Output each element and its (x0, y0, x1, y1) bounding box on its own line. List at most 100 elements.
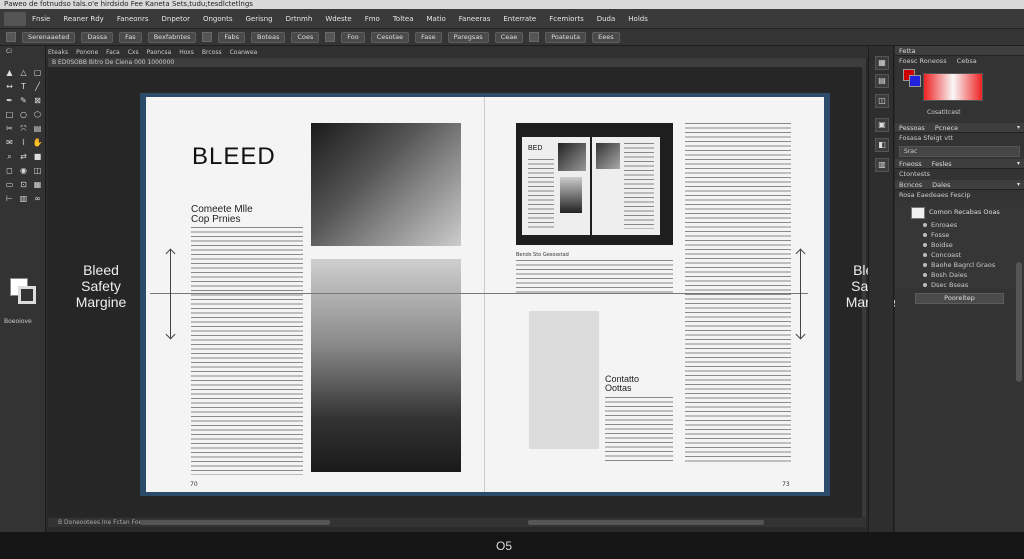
chevron-down-icon[interactable]: ▾ (1017, 159, 1020, 169)
grid-icon[interactable] (529, 32, 540, 42)
menu-item[interactable]: Holds (628, 15, 648, 23)
chevron-down-icon[interactable]: ▾ (1017, 123, 1020, 133)
slug-icon[interactable]: ▭ (4, 180, 15, 190)
stroke-icon[interactable]: ▣ (875, 118, 889, 132)
chevron-down-icon[interactable]: ▾ (1017, 180, 1020, 190)
select-icon[interactable]: ▲ (4, 68, 15, 78)
polygon-icon[interactable]: ⬡ (32, 110, 43, 120)
table-icon[interactable]: ▥ (18, 194, 29, 204)
option-button[interactable]: Fabs (218, 31, 245, 43)
inset-spread-image[interactable]: BED (516, 123, 673, 245)
option-button[interactable]: Foo (341, 31, 365, 43)
control-item[interactable]: Hoxs (179, 49, 194, 56)
pencil-icon[interactable]: ✎ (18, 96, 29, 106)
layer-item[interactable]: Dsec Bseas (922, 281, 968, 289)
option-button[interactable]: Boteas (250, 31, 286, 43)
option-button[interactable]: Coes (291, 31, 320, 43)
option-button[interactable]: Cesotae (370, 31, 410, 43)
scissors-icon[interactable]: ✂ (4, 124, 15, 134)
scroll-thumb[interactable] (528, 520, 764, 525)
menu-item[interactable]: Faneeras (459, 15, 491, 23)
menu-item[interactable]: Gerisng (246, 15, 273, 23)
menu-item[interactable]: Matio (426, 15, 445, 23)
placeholder-frame[interactable] (529, 311, 599, 449)
control-item[interactable]: Cxs (128, 49, 139, 56)
layer-item[interactable]: Fosse (922, 231, 949, 239)
page-spread[interactable]: BLEED Comeete Mlle Cop Prnies 70 BED Ben… (140, 93, 830, 496)
fill-icon[interactable]: ■ (32, 152, 43, 162)
control-item[interactable]: Paoncsa (147, 49, 172, 56)
align-icon[interactable] (202, 32, 213, 42)
bleed-icon[interactable]: ◫ (32, 166, 43, 176)
option-button[interactable]: Poateuta (545, 31, 587, 43)
panel-tab[interactable]: Foesc Roneoss (899, 57, 947, 65)
swatches-icon[interactable]: ▥ (875, 158, 889, 172)
menu-item[interactable]: Dnpetor (162, 15, 190, 23)
gap-icon[interactable]: ↔ (4, 82, 15, 92)
color-panel-header[interactable]: Fetta (895, 46, 1024, 56)
color-ramp[interactable] (923, 73, 983, 101)
measure-icon[interactable]: ⊢ (4, 194, 15, 204)
portrait-photo-standing[interactable] (311, 259, 461, 472)
links-icon[interactable]: ◫ (875, 94, 889, 108)
menu-item[interactable]: Drtnmh (286, 15, 313, 23)
control-item[interactable]: Coanwea (230, 49, 258, 56)
layer-item[interactable]: Bosh Daies (922, 271, 967, 279)
line-icon[interactable]: ╱ (32, 82, 43, 92)
menu-item[interactable]: Faneonrs (117, 15, 149, 23)
option-button[interactable]: Ceae (494, 31, 524, 43)
menu-item[interactable]: Fcemiorts (549, 15, 584, 23)
menu-item[interactable]: Toltea (393, 15, 414, 23)
option-button[interactable]: Fas (119, 31, 142, 43)
menu-item[interactable]: Duda (597, 15, 616, 23)
menu-item[interactable]: Reaner Rdy (63, 15, 103, 23)
right-page[interactable]: BED Bends Sto Gesosstad Contatto Oottas … (485, 97, 824, 492)
eyedropper-icon[interactable]: ⌇ (18, 138, 29, 148)
frame-icon[interactable] (6, 32, 16, 42)
panel-scrollbar[interactable] (1016, 262, 1022, 382)
panel-tab[interactable]: Cebsa (957, 57, 977, 65)
pages-icon[interactable]: ▤ (875, 74, 889, 88)
frame-icon[interactable]: ⊡ (18, 180, 29, 190)
color-picker[interactable]: Cosatitcest (895, 67, 1024, 123)
menu-item[interactable]: Enterrate (503, 15, 536, 23)
zoom-icon[interactable]: ⌕ (4, 152, 15, 162)
option-button[interactable]: Serenaaeted (22, 31, 76, 43)
color-icon[interactable]: ◧ (875, 138, 889, 152)
left-page[interactable]: BLEED Comeete Mlle Cop Prnies 70 (146, 97, 485, 492)
layer-item[interactable]: Concoast (922, 251, 961, 259)
guide-line[interactable] (150, 293, 808, 294)
note-icon[interactable]: ✉ (4, 138, 15, 148)
os-logo[interactable]: O5 (496, 539, 512, 553)
gradient-icon[interactable]: ▤ (32, 124, 43, 134)
option-button[interactable]: Bexfabntes (147, 31, 197, 43)
portrait-photo-woman[interactable] (311, 123, 461, 246)
menu-item[interactable]: Wdeste (325, 15, 351, 23)
scroll-thumb[interactable] (140, 520, 330, 525)
layers-tab[interactable]: Rosa Eaedeaes Fescip (895, 190, 1024, 201)
search-input[interactable]: Srac (899, 146, 1020, 157)
control-item[interactable]: Ponone (76, 49, 98, 56)
layer-item[interactable]: Enroaes (922, 221, 957, 229)
menu-item[interactable]: Fnsie (32, 15, 50, 23)
frame-rect-icon[interactable]: ⊠ (32, 96, 43, 106)
ellipse-icon[interactable]: ○ (18, 110, 29, 120)
horizontal-scrollbar[interactable]: B Doneootees Ine Fctan Foee (48, 518, 866, 527)
type-icon[interactable]: T (18, 82, 29, 92)
stroke-icon[interactable] (325, 32, 336, 42)
rectangle-icon[interactable]: □ (4, 110, 15, 120)
layer-thumbnail[interactable] (911, 207, 925, 219)
menu-item[interactable]: Ongonts (203, 15, 233, 23)
stroke-color-swatch[interactable] (909, 75, 921, 87)
link-icon[interactable]: ∞ (32, 194, 43, 204)
layers-icon[interactable]: ▦ (875, 56, 889, 70)
stroke-swatch[interactable] (18, 286, 36, 304)
layers-panel-header[interactable]: Bcncos Dales ▾ (895, 180, 1024, 190)
stroke-panel-header[interactable]: Pessoas Pcnece ▾ (895, 123, 1024, 133)
pen-icon[interactable]: ✒ (4, 96, 15, 106)
control-item[interactable]: Brcoss (202, 49, 222, 56)
control-item[interactable]: Eteaks (48, 49, 68, 56)
direct-select-icon[interactable]: △ (18, 68, 29, 78)
transform-icon[interactable]: ⤧ (18, 124, 29, 134)
swap-icon[interactable]: ⇄ (18, 152, 29, 162)
